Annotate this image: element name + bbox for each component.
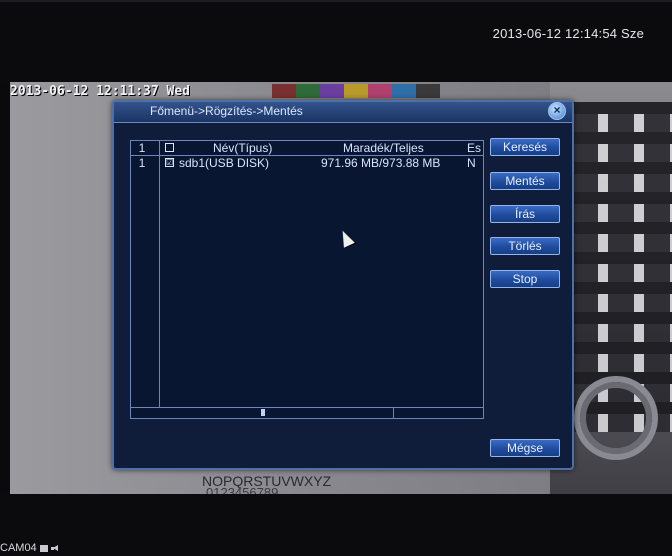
camera-name: CAM04 bbox=[0, 542, 37, 554]
header-index: 1 bbox=[138, 141, 146, 155]
row-index: 1 bbox=[138, 156, 146, 170]
device-table: 1 Név(Típus) Maradék/Teljes Es 1 ☑ sdb1(… bbox=[130, 140, 484, 418]
header-capacity: Maradék/Teljes bbox=[343, 141, 424, 155]
search-button[interactable]: Keresés bbox=[490, 138, 560, 156]
record-indicator-icon bbox=[39, 544, 48, 552]
camera-channel-label: CAM04 bbox=[0, 542, 58, 554]
row-checkbox[interactable]: ☑ bbox=[165, 158, 174, 167]
cancel-button[interactable]: Mégse bbox=[490, 439, 560, 457]
horizontal-scrollbar[interactable] bbox=[130, 407, 484, 419]
stop-button[interactable]: Stop bbox=[490, 270, 560, 288]
row-extra: N bbox=[467, 156, 476, 170]
delete-button[interactable]: Törlés bbox=[490, 237, 560, 255]
system-datetime: 2013-06-12 12:14:54 Sze bbox=[492, 26, 644, 41]
feed-chart-digits: 0123456789 bbox=[206, 485, 279, 494]
row-capacity: 971.96 MB/973.88 MB bbox=[321, 156, 441, 170]
speaker-icon bbox=[50, 544, 58, 552]
scrollbar-thumb[interactable] bbox=[261, 409, 265, 416]
dialog-title-bar: Főmenü->Rögzítés->Mentés × bbox=[114, 102, 572, 123]
dialog-breadcrumb-title: Főmenü->Rögzítés->Mentés bbox=[150, 104, 303, 118]
feed-overlay-timestamp: 2013-06-12 12:11:37 Wed bbox=[10, 84, 191, 99]
header-name: Név(Típus) bbox=[213, 141, 273, 155]
close-button[interactable]: × bbox=[548, 102, 566, 120]
feed-color-bars bbox=[272, 84, 440, 98]
table-row[interactable]: 1 ☑ sdb1(USB DISK) 971.96 MB/973.88 MB N bbox=[131, 156, 483, 170]
table-header: 1 Név(Típus) Maradék/Teljes Es bbox=[131, 141, 483, 156]
backup-dialog: Főmenü->Rögzítés->Mentés × 1 Név(Típus) … bbox=[112, 100, 574, 470]
top-status-bar: 2013-06-12 12:14:54 Sze bbox=[0, 0, 672, 82]
write-button[interactable]: Írás bbox=[490, 205, 560, 223]
backup-button[interactable]: Mentés bbox=[490, 172, 560, 190]
feed-target-pattern bbox=[580, 382, 652, 454]
bottom-status-bar: CAM04 bbox=[0, 494, 672, 556]
table-column-divider bbox=[159, 141, 160, 417]
row-device-name: sdb1(USB DISK) bbox=[179, 156, 270, 170]
header-extra: Es bbox=[467, 141, 482, 155]
select-all-checkbox[interactable] bbox=[165, 143, 174, 152]
